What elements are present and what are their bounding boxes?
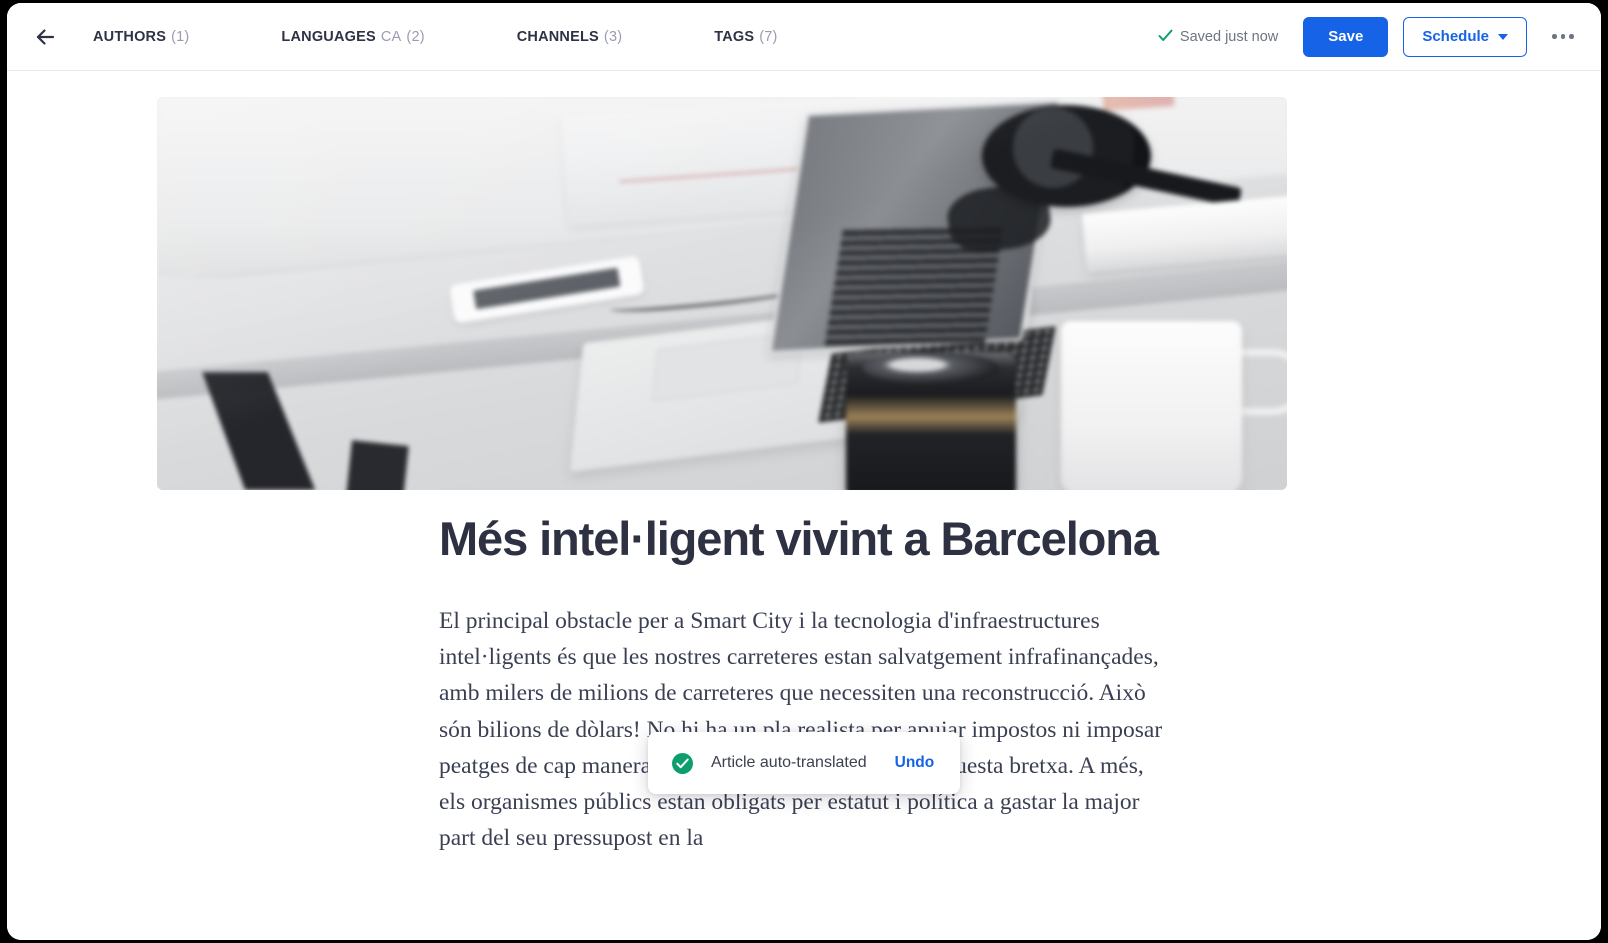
undo-button[interactable]: Undo	[895, 754, 935, 772]
arrow-left-icon	[33, 25, 57, 49]
tab-bar: AUTHORS (1) LANGUAGES CA (2) CHANNELS (3…	[83, 21, 788, 53]
tab-authors[interactable]: AUTHORS (1)	[83, 21, 199, 53]
tab-tags[interactable]: TAGS (7)	[704, 21, 787, 53]
toast-message: Article auto-translated	[711, 754, 867, 771]
tab-authors-label: AUTHORS	[93, 28, 167, 45]
back-button[interactable]	[23, 15, 67, 59]
save-button[interactable]: Save	[1303, 16, 1389, 57]
tab-channels[interactable]: CHANNELS (3)	[507, 21, 633, 53]
tab-authors-count: (1)	[171, 28, 190, 45]
check-icon	[1158, 29, 1173, 45]
more-options-button[interactable]	[1545, 19, 1581, 55]
chevron-down-icon	[1498, 33, 1508, 40]
toolbar-actions: Saved just now Save Schedule	[1158, 16, 1581, 57]
tab-languages[interactable]: LANGUAGES CA (2)	[271, 21, 434, 53]
hero-image[interactable]	[157, 97, 1287, 490]
article-content: Més intel·ligent vivint a Barcelona El p…	[439, 512, 1163, 856]
tab-tags-label: TAGS	[714, 28, 755, 45]
schedule-button[interactable]: Schedule	[1403, 16, 1527, 57]
tab-languages-count: (2)	[406, 28, 425, 45]
ellipsis-icon	[1552, 34, 1574, 39]
tab-languages-code: CA	[380, 28, 402, 45]
article-body-paragraph[interactable]: El principal obstacle per a Smart City i…	[439, 603, 1163, 856]
article-title[interactable]: Més intel·ligent vivint a Barcelona	[439, 512, 1163, 565]
tab-channels-count: (3)	[603, 28, 623, 45]
top-toolbar: AUTHORS (1) LANGUAGES CA (2) CHANNELS (3…	[7, 3, 1601, 71]
saved-status: Saved just now	[1158, 29, 1278, 45]
save-button-label: Save	[1328, 28, 1364, 45]
schedule-button-label: Schedule	[1422, 28, 1489, 45]
tab-channels-label: CHANNELS	[516, 28, 599, 45]
tab-languages-label: LANGUAGES	[281, 28, 376, 45]
saved-status-text: Saved just now	[1179, 28, 1279, 45]
editor-canvas: Més intel·ligent vivint a Barcelona El p…	[7, 72, 1601, 940]
toast-notification: Article auto-translated Undo	[648, 732, 961, 794]
app-window: AUTHORS (1) LANGUAGES CA (2) CHANNELS (3…	[7, 3, 1601, 940]
check-circle-icon	[672, 752, 693, 774]
tab-tags-count: (7)	[759, 28, 778, 45]
